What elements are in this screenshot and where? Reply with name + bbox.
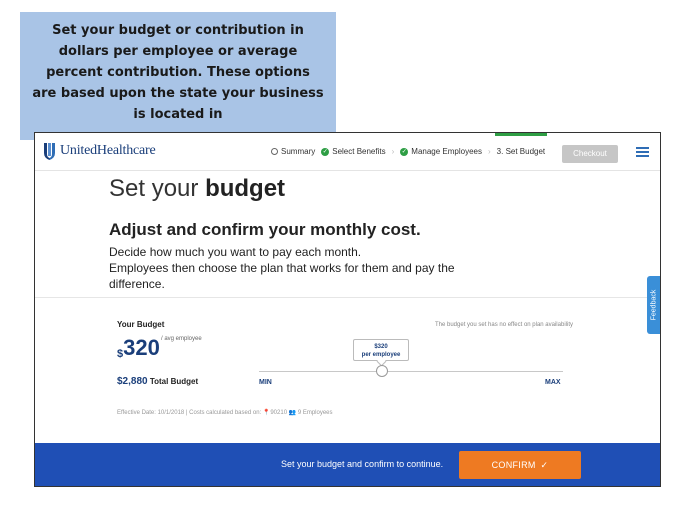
callout-text: Set your budget or contribution in dolla… [32,23,324,122]
description-line-1: Decide how much you want to pay each mon… [109,245,362,259]
step-label: 3. Set Budget [496,147,546,156]
brand-logo[interactable]: UnitedHealthcare [43,142,156,160]
slider-max-label: MAX [545,379,561,386]
budget-slider-handle[interactable] [376,365,388,377]
total-budget-label: Total Budget [149,377,199,386]
step-select-benefits[interactable]: ✓ Select Benefits [321,147,386,156]
section-divider [35,297,660,298]
effective-date-info: Effective Date: 10/1/2018 | Costs calcul… [117,410,333,416]
step-manage-employees[interactable]: ✓ Manage Employees [400,147,482,156]
instruction-callout: Set your budget or contribution in dolla… [20,12,336,140]
step-label: Select Benefits [332,147,386,156]
step-label: Manage Employees [411,147,482,156]
pending-circle-icon [271,148,278,155]
slider-value-tooltip: $320 per employee [353,339,409,361]
feedback-tab[interactable]: Feedback [647,276,660,334]
step-summary[interactable]: Summary [271,147,315,156]
tooltip-value: $320 [374,344,388,350]
budget-slider-track[interactable] [259,371,563,372]
footer-bar: Set your budget and confirm to continue.… [35,443,660,486]
footer-message: Set your budget and confirm to continue. [281,459,444,469]
budget-value: 320 [123,335,160,360]
feedback-label: Feedback [650,289,657,321]
total-budget: $2,880 Total Budget [117,376,198,387]
step-set-budget[interactable]: 3. Set Budget [494,133,548,156]
description-line-2: Employees then choose the plan that work… [109,261,455,291]
section-title: Adjust and confirm your monthly cost. [109,220,421,239]
chevron-right-icon: › [391,147,395,156]
total-budget-amount: $2,880 [117,376,148,387]
description: Decide how much you want to pay each mon… [109,244,489,292]
budget-amount: $320 [117,335,160,361]
tooltip-caption: per employee [361,352,401,358]
top-navigation-bar: UnitedHealthcare Summary ✓ Select Benefi… [35,133,660,171]
app-screenshot: UnitedHealthcare Summary ✓ Select Benefi… [34,132,661,487]
hamburger-menu-icon[interactable] [636,147,649,157]
slider-min-label: MIN [259,379,272,386]
check-icon: ✓ [321,147,330,156]
per-employee-note: / avg employee [161,336,202,342]
check-circle-icon: ✓ [540,460,549,470]
checkout-button[interactable]: Checkout [562,145,618,163]
budget-label: Your Budget [117,320,165,329]
confirm-button[interactable]: CONFIRM ✓ [459,451,581,479]
page-title-prefix: Set your [109,175,199,202]
plan-availability-notice: The budget you set has no effect on plan… [435,322,573,328]
brand-name: UnitedHealthcare [60,143,156,158]
page-title-bold: budget [205,175,286,202]
step-label: Summary [281,147,316,156]
chevron-right-icon: › [488,147,491,156]
confirm-label: CONFIRM [491,460,536,470]
check-icon: ✓ [400,147,409,156]
progress-steps: Summary ✓ Select Benefits › ✓ Manage Emp… [271,133,551,156]
page-title: Set your budget [109,175,285,203]
logo-shield-icon [43,142,56,160]
